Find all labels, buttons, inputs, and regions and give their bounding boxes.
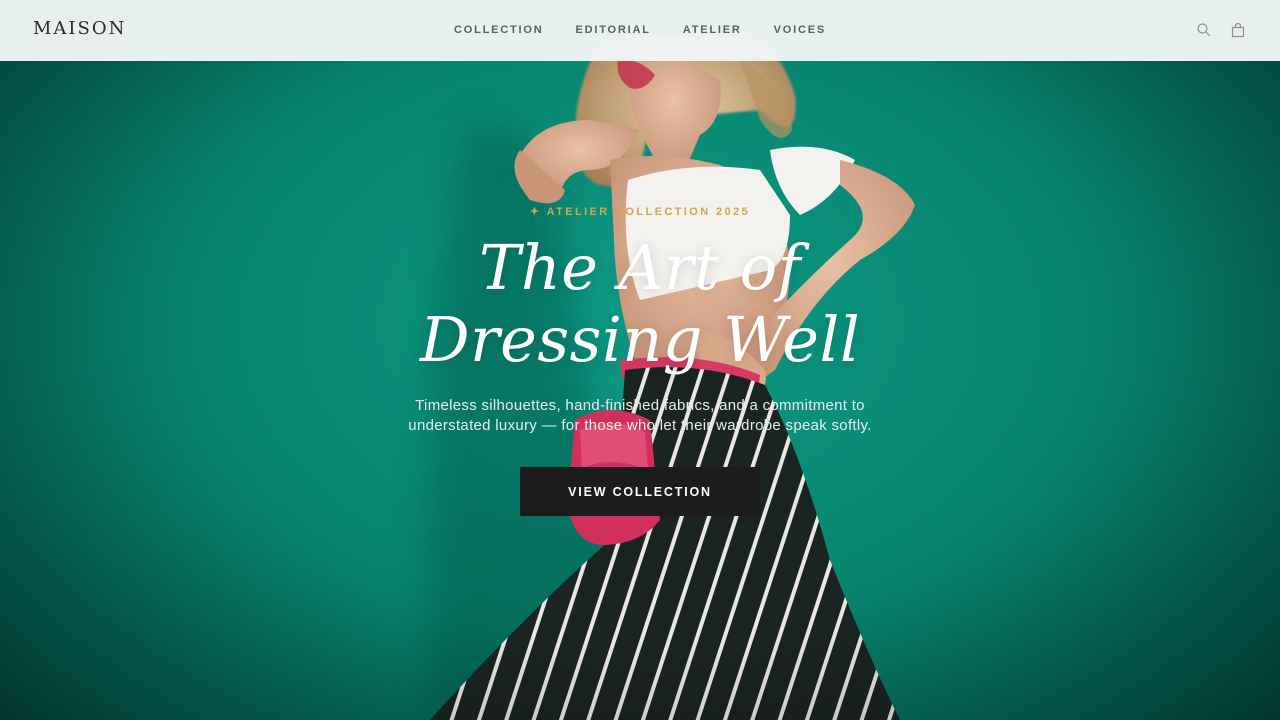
hero-title: The Art of Dressing Well xyxy=(0,232,1280,376)
hero-subtitle: Timeless silhouettes, hand-finished fabr… xyxy=(0,396,1280,436)
hero-eyebrow: ✦ ATELIER COLLECTION 2025 xyxy=(529,206,751,218)
view-collection-button[interactable]: VIEW COLLECTION xyxy=(520,467,760,516)
hero-title-line-1: The Art of xyxy=(479,231,801,304)
hero-title-line-2: Dressing Well xyxy=(419,303,861,376)
hero-subtitle-line-1: Timeless silhouettes, hand-finished fabr… xyxy=(415,397,865,414)
hero-subtitle-line-2: understated luxury — for those who let t… xyxy=(408,417,872,434)
hero-content: ✦ ATELIER COLLECTION 2025 The Art of Dre… xyxy=(0,0,1280,720)
